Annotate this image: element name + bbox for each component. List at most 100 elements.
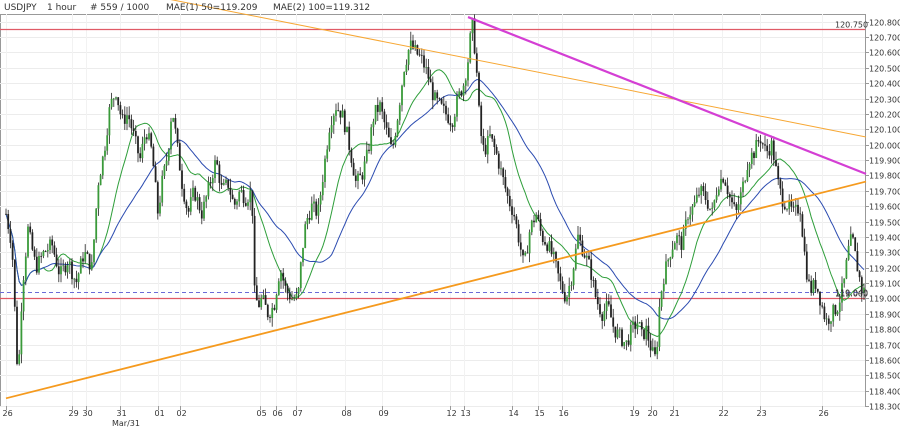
candle-body bbox=[60, 266, 62, 275]
candle-body bbox=[82, 258, 84, 262]
candle-body bbox=[238, 191, 241, 202]
candle-body bbox=[783, 206, 786, 210]
candle-body bbox=[150, 133, 153, 147]
candle-body bbox=[559, 273, 562, 282]
candle-body bbox=[170, 121, 172, 150]
candle-body bbox=[528, 232, 531, 254]
candle-body bbox=[434, 92, 436, 101]
y-tick-label: 119.700 bbox=[869, 188, 900, 197]
candle-body bbox=[728, 194, 731, 198]
candle-body bbox=[299, 262, 302, 288]
candle-body bbox=[352, 162, 355, 176]
candle-body bbox=[456, 96, 458, 117]
candle-body bbox=[139, 153, 142, 159]
candle-body bbox=[568, 285, 571, 297]
candle-body bbox=[343, 110, 346, 133]
candle-body bbox=[95, 208, 98, 240]
candle-body bbox=[42, 251, 45, 257]
candle-body bbox=[165, 160, 168, 166]
candle-body bbox=[511, 206, 513, 215]
candle-body bbox=[159, 202, 161, 214]
candle-body bbox=[673, 243, 676, 250]
candle-body bbox=[845, 259, 848, 279]
candle-body bbox=[537, 214, 540, 219]
candle-body bbox=[557, 261, 560, 274]
candle-body bbox=[671, 249, 674, 258]
candle-body bbox=[508, 195, 511, 207]
candle-body bbox=[625, 340, 628, 343]
y-tick-label: 119.200 bbox=[869, 265, 900, 274]
candle-body bbox=[104, 150, 106, 157]
candle-body bbox=[409, 40, 412, 50]
candle-body bbox=[541, 230, 544, 243]
candle-body bbox=[636, 323, 639, 329]
candle-body bbox=[821, 305, 824, 307]
candle-body bbox=[667, 259, 670, 262]
x-tick-label: 14 bbox=[509, 409, 519, 418]
y-tick-label: 119.500 bbox=[869, 219, 900, 228]
candle-body bbox=[755, 140, 758, 159]
candle-body bbox=[429, 78, 432, 83]
candle-body bbox=[552, 251, 555, 255]
candle-body bbox=[174, 118, 177, 129]
candle-body bbox=[513, 214, 516, 217]
candle-body bbox=[194, 187, 197, 201]
candle-body bbox=[660, 291, 663, 307]
indicator-label-ma50: MAE(1) 50=119.209 bbox=[166, 3, 258, 13]
candle-body bbox=[29, 226, 32, 233]
candle-body bbox=[295, 294, 298, 299]
candle-body bbox=[592, 279, 595, 281]
candle-body bbox=[797, 204, 799, 214]
candle-body bbox=[24, 256, 27, 281]
candle-body bbox=[469, 33, 472, 63]
x-tick-label: 15 bbox=[535, 409, 545, 418]
candle-body bbox=[44, 251, 47, 252]
candle-body bbox=[253, 215, 256, 286]
candle-body bbox=[33, 249, 36, 257]
y-tick-label: 120.700 bbox=[869, 34, 900, 43]
candle-body bbox=[121, 114, 124, 116]
candle-body bbox=[491, 134, 494, 139]
candle-body bbox=[161, 175, 164, 203]
candle-body bbox=[731, 197, 733, 203]
current-price-label: 119.040 bbox=[835, 289, 868, 298]
candle-body bbox=[359, 173, 362, 176]
candle-body bbox=[447, 114, 450, 123]
candle-body bbox=[13, 259, 16, 307]
candle-body bbox=[222, 182, 225, 185]
y-tick-label: 118.500 bbox=[869, 372, 900, 381]
y-tick-label: 119.000 bbox=[869, 295, 900, 304]
candle-body bbox=[310, 203, 313, 220]
candle-body bbox=[777, 166, 780, 180]
candle-body bbox=[548, 241, 551, 251]
candle-body bbox=[405, 64, 408, 73]
candle-body bbox=[106, 135, 109, 151]
price-chart[interactable]: 118.300 118.400 118.500 118.600 118.700 118.8… bbox=[0, 0, 900, 429]
candle-body bbox=[695, 194, 698, 203]
candle-body bbox=[832, 305, 835, 322]
candle-body bbox=[387, 127, 390, 138]
candle-body bbox=[328, 132, 331, 150]
candle-body bbox=[453, 116, 456, 127]
candle-body bbox=[249, 190, 252, 203]
candle-body bbox=[766, 145, 769, 152]
candle-body bbox=[742, 181, 744, 193]
candle-body bbox=[519, 242, 522, 250]
candle-body bbox=[515, 216, 518, 225]
candle-body bbox=[273, 307, 276, 310]
candle-body bbox=[126, 115, 128, 124]
candle-body bbox=[108, 107, 111, 136]
candle-body bbox=[262, 295, 265, 298]
candle-body bbox=[546, 244, 549, 251]
candle-body bbox=[451, 125, 454, 127]
y-tick-label: 119.600 bbox=[869, 203, 900, 212]
candle-body bbox=[266, 304, 269, 318]
candle-body bbox=[163, 165, 166, 176]
candle-body bbox=[141, 143, 144, 159]
candle-body bbox=[271, 307, 274, 319]
candle-body bbox=[317, 204, 320, 216]
candle-body bbox=[192, 187, 194, 198]
candle-body bbox=[478, 72, 480, 106]
candle-body bbox=[11, 242, 14, 260]
candle-body bbox=[493, 138, 496, 148]
